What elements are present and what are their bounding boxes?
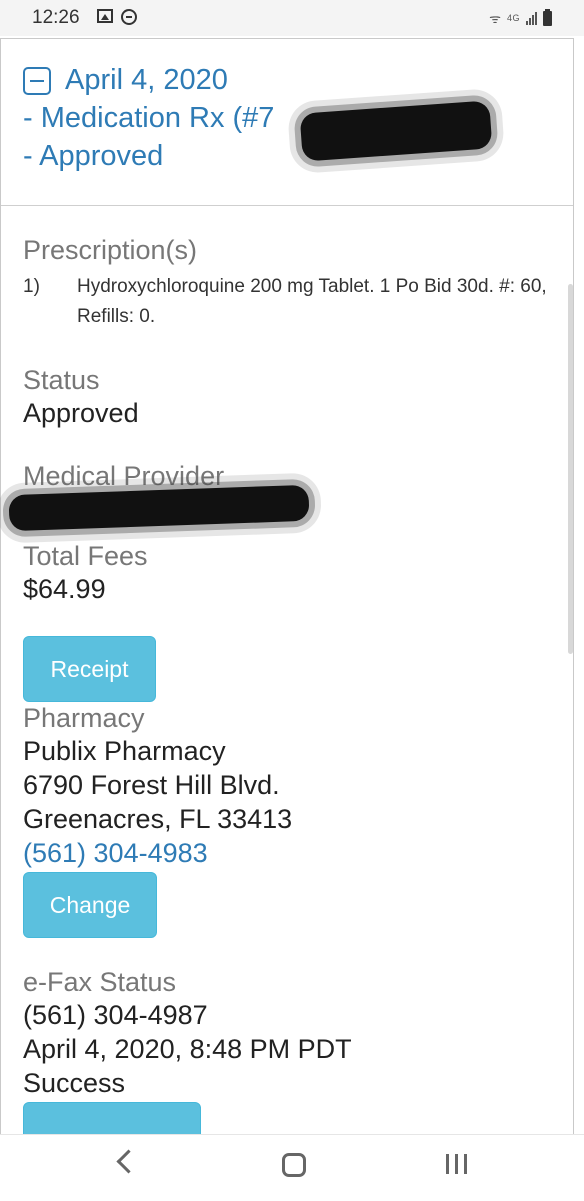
pharmacy-phone-link[interactable]: (561) 304-4983 [23,836,551,870]
status-label: Status [23,365,100,395]
prescription-text: Hydroxychloroquine 200 mg Tablet. 1 Po B… [77,276,547,327]
status-value: Approved [23,398,139,428]
pharmacy-name: Publix Pharmacy [23,736,226,766]
record-date: April 4, 2020 [65,64,228,96]
scrollbar[interactable] [568,284,573,654]
provider-name-redacted [8,484,551,532]
fees-value: $64.99 [23,574,106,604]
change-pharmacy-button[interactable]: Change [23,872,157,938]
network-type: 4G [506,13,520,23]
system-nav-bar [0,1134,584,1201]
pharmacy-address-line2: Greenacres, FL 33413 [23,804,293,834]
prescription-number: 1) [23,276,40,297]
image-notification-icon [97,9,113,23]
redaction-mark [8,484,310,532]
rx-record-card: April 4, 2020 - Medication Rx (#7 - Appr… [0,38,574,1142]
wifi-icon: ᯤ [489,11,501,26]
efax-datetime: April 4, 2020, 8:48 PM PDT [23,1034,352,1064]
collapse-icon[interactable] [23,67,51,95]
signal-icon [526,11,537,25]
prescriptions-label: Prescription(s) [23,235,198,265]
pharmacy-label: Pharmacy [23,703,145,733]
efax-label: e-Fax Status [23,967,177,997]
pharmacy-address-line1: 6790 Forest Hill Blvd. [23,770,280,800]
recent-apps-icon[interactable] [446,1154,467,1174]
status-bar: 12:26 ᯤ 4G [0,0,584,36]
efax-result: Success [23,1068,126,1098]
efax-number: (561) 304-4987 [23,1000,208,1030]
back-icon[interactable] [116,1149,141,1174]
fees-label: Total Fees [23,541,148,571]
battery-icon [543,8,552,26]
home-icon[interactable] [282,1153,306,1177]
prescription-item: 1) Hydroxychloroquine 200 mg Tablet. 1 P… [23,272,551,332]
receipt-button[interactable]: Receipt [23,636,156,702]
do-not-disturb-icon [121,9,137,25]
clock: 12:26 [32,7,80,28]
